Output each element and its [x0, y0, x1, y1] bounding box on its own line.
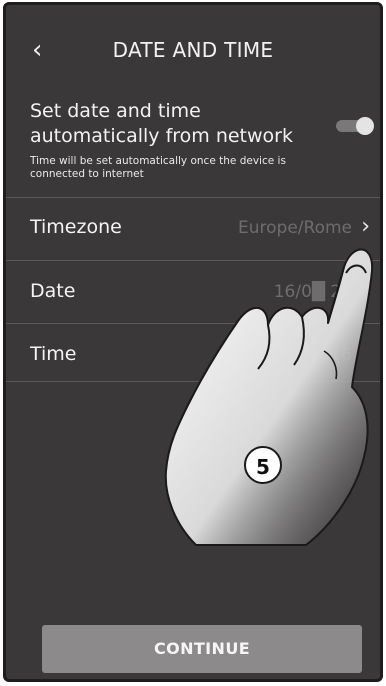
continue-button[interactable]: CONTINUE [42, 625, 362, 673]
date-label: Date [30, 280, 76, 302]
step-number-badge: 5 [244, 446, 282, 484]
divider [6, 381, 380, 382]
timezone-value: Europe/Rome [238, 218, 352, 238]
time-label: Time [30, 343, 77, 365]
timezone-label: Timezone [30, 216, 122, 238]
auto-date-time-toggle[interactable] [336, 117, 374, 135]
timezone-row[interactable]: Timezone Europe/Rome › [6, 201, 380, 257]
app-screen: ‹ DATE AND TIME Set date and time automa… [3, 2, 383, 682]
toggle-knob [356, 117, 374, 135]
header: ‹ DATE AND TIME [6, 5, 380, 97]
time-value: 45:16 [303, 345, 352, 365]
divider [6, 260, 380, 261]
divider [6, 197, 380, 198]
time-row[interactable]: Time 45:16 [6, 328, 380, 384]
date-row[interactable]: Date 16/0█ 21 [6, 265, 380, 321]
page-title: DATE AND TIME [112, 38, 274, 62]
divider [6, 323, 380, 324]
auto-date-time-row: Set date and time automatically from net… [6, 89, 380, 197]
auto-setting-note: Time will be set automatically once the … [30, 155, 286, 180]
chevron-right-icon: › [361, 214, 370, 239]
auto-setting-title: Set date and time automatically from net… [30, 100, 293, 147]
date-value: 16/0█ 21 [273, 282, 352, 302]
